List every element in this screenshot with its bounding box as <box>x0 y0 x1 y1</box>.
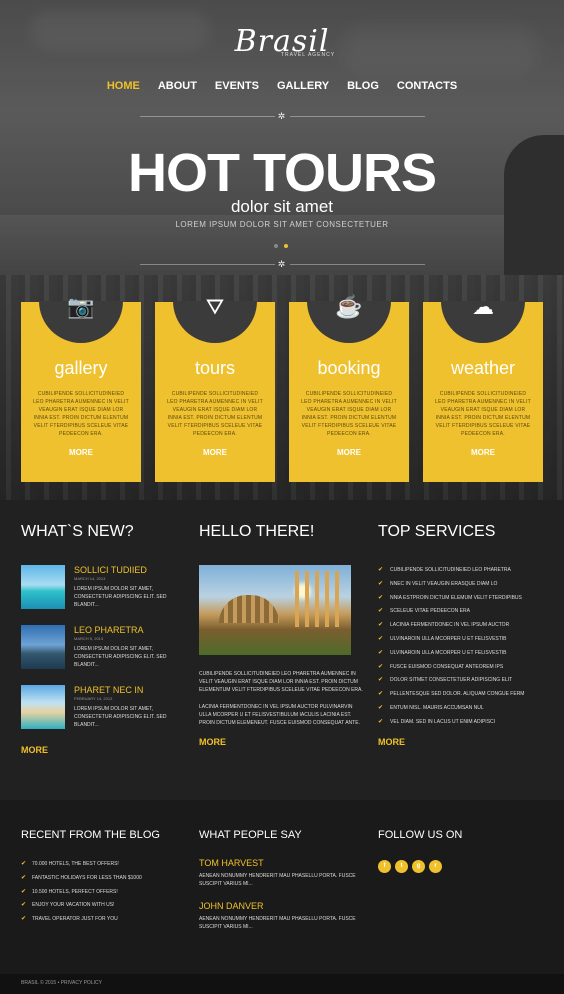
news-title[interactable]: SOLLICI TUDIIED <box>74 565 147 575</box>
copyright-bar: BRASIL © 2015 • PRIVACY POLICY <box>0 974 564 994</box>
divider-line <box>290 264 425 265</box>
card-more-link[interactable]: MORE <box>21 448 141 457</box>
nav-home[interactable]: HOME <box>107 80 140 92</box>
colosseum-shape <box>219 595 279 623</box>
services-more-link[interactable]: MORE <box>378 737 405 747</box>
columns-shape <box>295 571 345 627</box>
service-item[interactable]: SCELEUE VITAE PEDEECON ERA <box>378 607 548 621</box>
card-text: CUBILIPENDE SOLLICITUDINEIED LEO PHARETR… <box>301 391 397 437</box>
cloud-icon: ☁ <box>472 294 494 319</box>
feature-card-gallery[interactable]: 📷 gallery CUBILIPENDE SOLLICITUDINEIED L… <box>21 294 141 482</box>
card-more-link[interactable]: MORE <box>423 448 543 457</box>
news-date: FEBRUARY 14, 2013 <box>74 696 113 701</box>
nav-blog[interactable]: BLOG <box>347 80 379 92</box>
news-excerpt: LOREM IPSUM DOLOR SIT AMET, CONSECTETUR … <box>74 646 167 668</box>
service-item[interactable]: LACINIA FERMENTDONEC IN VEL IPSUM AUCTOR <box>378 621 548 635</box>
hello-more-link[interactable]: MORE <box>199 737 226 747</box>
nav-contacts[interactable]: CONTACTS <box>397 80 457 92</box>
news-title[interactable]: PHARET NEC IN <box>74 685 143 695</box>
blog-list: 70.000 HOTELS, THE BEST OFFERS! FANTASTI… <box>21 860 142 929</box>
slider-dot-active[interactable] <box>284 244 288 248</box>
card-text: CUBILIPENDE SOLLICITUDINEIED LEO PHARETR… <box>435 391 531 437</box>
hero-title: HOT TOURS <box>127 143 437 203</box>
news-thumbnail[interactable] <box>21 625 65 669</box>
testimonial-text: AENEAN NONUMMY HENDRERIT MAU PHASELLU PO… <box>199 873 356 887</box>
news-date: MARCH 5, 2013 <box>74 636 104 641</box>
news-title[interactable]: LEO PHARETRA <box>74 625 144 635</box>
gear-icon: ✲ <box>277 259 286 269</box>
blog-item[interactable]: FANTASTIC HOLIDAYS FOR LESS THAN $1000 <box>21 874 142 888</box>
facebook-icon[interactable]: f <box>378 860 391 873</box>
twitter-icon[interactable]: t <box>395 860 408 873</box>
hero-caption: LOREM IPSUM DOLOR SIT AMET CONSECTETUER <box>175 220 389 229</box>
divider-line <box>140 264 275 265</box>
card-title: gallery <box>54 358 108 378</box>
service-item[interactable]: DOLOR SITMET CONSECTETUER ADIPISCING ELI… <box>378 676 548 690</box>
cup-icon: ☕ <box>335 294 363 319</box>
news-date: MARCH 14, 2013 <box>74 576 106 581</box>
card-more-link[interactable]: MORE <box>289 448 409 457</box>
card-title: booking <box>317 358 381 378</box>
divider-line <box>290 116 425 117</box>
testimonial-author: JOHN DANVER <box>199 901 264 911</box>
feature-card-tours[interactable]: ⛛ tours CUBILIPENDE SOLLICITUDINEIED LEO… <box>155 294 275 482</box>
slider-dot[interactable] <box>274 244 278 248</box>
news-excerpt: LOREM IPSUM DOLOR SIT AMET, CONSECTETUR … <box>74 586 167 608</box>
service-item[interactable]: NNIA ESTPROIN DICTUM ELEMUM VELIT FTERDI… <box>378 594 548 608</box>
news-thumbnail[interactable] <box>21 685 65 729</box>
blog-item[interactable]: 10.500 HOTELS, PERFECT OFFERS! <box>21 888 142 902</box>
card-title: tours <box>194 358 236 378</box>
service-item[interactable]: NNEC IN VELIT VEAUGIN ERASQUE DIAM LO <box>378 580 548 594</box>
nav-gallery[interactable]: GALLERY <box>277 80 329 92</box>
gear-icon: ✲ <box>277 111 286 121</box>
news-excerpt: LOREM IPSUM DOLOR SIT AMET, CONSECTETUR … <box>74 706 167 728</box>
google-plus-icon[interactable]: g <box>412 860 425 873</box>
feature-card-booking[interactable]: ☕ booking CUBILIPENDE SOLLICITUDINEIED L… <box>289 294 409 482</box>
hello-heading: HELLO THERE! <box>199 523 315 540</box>
service-item[interactable]: CUBILIPENDE SOLLICITUDINEIED LEO PHARETR… <box>378 566 548 580</box>
blog-item[interactable]: 70.000 HOTELS, THE BEST OFFERS! <box>21 860 142 874</box>
copyright-text[interactable]: BRASIL © 2015 • PRIVACY POLICY <box>21 980 102 986</box>
service-item[interactable]: FUSCE EUISMOD CONSEQUAT ANTEOREM IPS <box>378 663 548 677</box>
hero-subtitle: dolor sit amet <box>230 197 334 216</box>
service-item[interactable]: VEL DIAM. SED IN LACUS UT ENIM ADIPISCI <box>378 718 548 732</box>
hello-paragraph: LACINIA FERMENTDONEC IN VEL IPSUM AUCTOR… <box>199 704 360 726</box>
colosseum-photo <box>199 565 351 655</box>
blog-heading: RECENT FROM THE BLOG <box>21 829 160 841</box>
card-title: weather <box>450 358 516 378</box>
service-item[interactable]: PELLENTESQUE SED DOLOR. ALIQUAM CONGUE F… <box>378 690 548 704</box>
slider-dots <box>274 244 288 248</box>
news-thumbnail[interactable] <box>21 565 65 609</box>
services-heading: TOP SERVICES <box>378 523 496 540</box>
main-nav: HOME ABOUT EVENTS GALLERY BLOG CONTACTS <box>0 80 564 92</box>
service-item[interactable]: ULVINAROIN ULLA MCORPER U ET FELISVESTIB <box>378 649 548 663</box>
blog-item[interactable]: TRAVEL OPERATOR JUST FOR YOU <box>21 915 142 929</box>
card-text: CUBILIPENDE SOLLICITUDINEIED LEO PHARETR… <box>167 391 263 437</box>
hello-paragraph: CUBILIPENDE SOLLICITUDINEIED LEO PHARETR… <box>199 671 363 693</box>
social-links: f t g r <box>378 860 442 873</box>
rss-icon[interactable]: r <box>429 860 442 873</box>
card-more-link[interactable]: MORE <box>155 448 275 457</box>
nav-events[interactable]: EVENTS <box>215 80 259 92</box>
service-item[interactable]: ULVINAROIN ULLA MCORPER U ET FELISVESTIB <box>378 635 548 649</box>
divider-line <box>140 116 275 117</box>
blog-item[interactable]: ENJOY YOUR VACATION WITH US! <box>21 901 142 915</box>
testimonials-heading: WHAT PEOPLE SAY <box>199 829 302 841</box>
nav-about[interactable]: ABOUT <box>158 80 197 92</box>
camera-icon: 📷 <box>67 294 95 319</box>
card-text: CUBILIPENDE SOLLICITUDINEIED LEO PHARETR… <box>33 391 129 437</box>
testimonial-author: TOM HARVEST <box>199 858 264 868</box>
testimonial-text: AENEAN NONUMMY HENDRERIT MAU PHASELLU PO… <box>199 916 356 930</box>
whats-new-heading: WHAT`S NEW? <box>21 523 134 540</box>
service-item[interactable]: ENTUM NISL. MAURIS ACCUMSAN NUL <box>378 704 548 718</box>
feature-card-weather[interactable]: ☁ weather CUBILIPENDE SOLLICITUDINEIED L… <box>423 294 543 482</box>
follow-heading: FOLLOW US ON <box>378 829 463 841</box>
services-list: CUBILIPENDE SOLLICITUDINEIED LEO PHARETR… <box>378 566 548 732</box>
whats-new-more-link[interactable]: MORE <box>21 745 48 755</box>
brand-tagline: TRAVEL AGENCY <box>280 52 336 58</box>
road-icon: ⛛ <box>205 294 225 319</box>
